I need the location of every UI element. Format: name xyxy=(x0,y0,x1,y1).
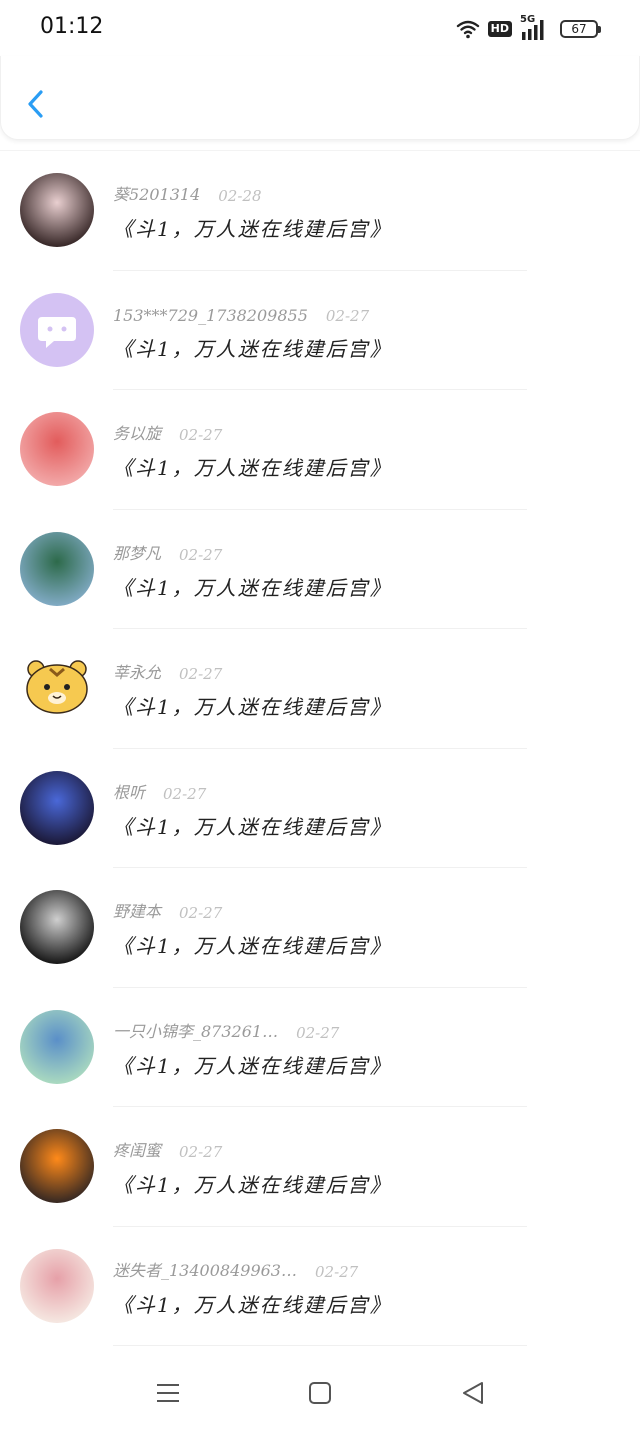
message-meta: 根听 02-27 xyxy=(113,775,206,803)
message-meta: 迷失者_13400849963… 02-27 xyxy=(113,1253,358,1281)
message-text: 《斗1，万人迷在线建后宫》 xyxy=(113,217,392,241)
message-text: 《斗1，万人迷在线建后宫》 xyxy=(113,934,392,958)
message-row[interactable]: 莘永允 02-27 《斗1，万人迷在线建后宫》 xyxy=(0,629,640,749)
signal-icon xyxy=(522,20,544,40)
message-row[interactable]: 迷失者_13400849963… 02-27 《斗1，万人迷在线建后宫》 xyxy=(0,1227,640,1346)
message-date: 02-27 xyxy=(163,784,207,803)
message-row[interactable]: 153***729_1738209855 02-27 《斗1，万人迷在线建后宫》 xyxy=(0,271,640,390)
message-row[interactable]: 疼闺蜜 02-27 《斗1，万人迷在线建后宫》 xyxy=(0,1107,640,1227)
wifi-icon xyxy=(456,20,479,39)
message-date: 02-28 xyxy=(218,187,262,205)
battery-indicator: 67 xyxy=(560,20,601,38)
sender-name[interactable]: 那梦凡 xyxy=(113,540,161,564)
message-meta: 葵5201314 02-28 xyxy=(113,177,262,205)
message-text: 《斗1，万人迷在线建后宫》 xyxy=(113,1292,392,1317)
sender-name[interactable]: 根听 xyxy=(113,779,145,803)
message-meta: 务以旋 02-27 xyxy=(113,416,222,444)
message-date: 02-27 xyxy=(179,545,223,564)
avatar-green-car[interactable] xyxy=(20,531,94,606)
message-text: 《斗1，万人迷在线建后宫》 xyxy=(113,1173,392,1197)
message-meta: 153***729_1738209855 02-27 xyxy=(113,297,369,325)
avatar-default-chat[interactable] xyxy=(20,292,94,367)
sender-name[interactable]: 一只小锦李_873261… xyxy=(113,1018,278,1042)
back-button[interactable] xyxy=(21,84,51,124)
avatar-blue-hair-boy[interactable] xyxy=(20,1009,94,1084)
message-date: 02-27 xyxy=(179,426,223,444)
message-meta: 野建本 02-27 xyxy=(113,894,222,922)
message-date: 02-27 xyxy=(325,306,370,325)
message-date: 02-27 xyxy=(179,904,223,922)
battery-level: 67 xyxy=(571,22,587,36)
avatar-silver-hair-ninja[interactable] xyxy=(20,890,94,964)
message-meta: 那梦凡 02-27 xyxy=(113,536,222,564)
menu-button[interactable] xyxy=(153,1378,183,1408)
sender-name[interactable]: 疼闺蜜 xyxy=(113,1137,161,1161)
sender-name[interactable]: 153***729_1738209855 xyxy=(113,306,308,325)
message-row[interactable]: 野建本 02-27 《斗1，万人迷在线建后宫》 xyxy=(0,868,640,988)
message-date: 02-27 xyxy=(296,1023,340,1042)
sender-name[interactable]: 野建本 xyxy=(113,898,161,922)
sender-name[interactable]: 务以旋 xyxy=(113,420,161,444)
message-text: 《斗1，万人迷在线建后宫》 xyxy=(113,456,392,480)
message-meta: 莘永允 02-27 xyxy=(113,655,222,683)
message-meta: 疼闺蜜 02-27 xyxy=(113,1133,222,1161)
home-square-icon xyxy=(309,1382,331,1404)
message-date: 02-27 xyxy=(314,1262,359,1281)
avatar-flower-girl[interactable] xyxy=(20,1248,94,1323)
chevron-left-icon xyxy=(28,90,43,118)
avatar-girl-bear-ears[interactable] xyxy=(20,173,94,247)
message-date: 02-27 xyxy=(179,665,223,683)
message-row[interactable]: 那梦凡 02-27 《斗1，万人迷在线建后宫》 xyxy=(0,510,640,629)
message-text: 《斗1，万人迷在线建后宫》 xyxy=(113,814,392,839)
row-divider xyxy=(113,1345,527,1346)
message-row[interactable]: 葵5201314 02-28 《斗1，万人迷在线建后宫》 xyxy=(0,151,640,271)
header xyxy=(0,56,640,140)
chat-bubble-icon xyxy=(38,316,76,348)
message-text: 《斗1，万人迷在线建后宫》 xyxy=(113,336,392,361)
message-text: 《斗1，万人迷在线建后宫》 xyxy=(113,575,392,600)
message-meta: 一只小锦李_873261… 02-27 xyxy=(113,1014,339,1042)
message-date: 02-27 xyxy=(179,1143,223,1161)
avatar-tiger-cartoon[interactable] xyxy=(20,651,94,725)
status-bar: 01:12 HD 5G 67 xyxy=(0,0,640,56)
avatar-anime-girl-roses[interactable] xyxy=(20,412,94,486)
sender-name[interactable]: 莘永允 xyxy=(113,659,161,683)
back-triangle-icon xyxy=(463,1382,483,1404)
message-text: 《斗1，万人迷在线建后宫》 xyxy=(113,1053,392,1078)
menu-icon xyxy=(157,1384,179,1402)
message-row[interactable]: 务以旋 02-27 《斗1，万人迷在线建后宫》 xyxy=(0,390,640,510)
sender-name[interactable]: 葵5201314 xyxy=(113,181,200,205)
tiger-icon xyxy=(26,660,88,714)
system-nav-bar xyxy=(0,1350,640,1433)
sender-name[interactable]: 迷失者_13400849963… xyxy=(113,1257,297,1281)
status-time: 01:12 xyxy=(40,14,104,39)
avatar-orange-glow[interactable] xyxy=(20,1129,94,1203)
message-text: 《斗1，万人迷在线建后宫》 xyxy=(113,695,392,719)
signal-5g: 5G xyxy=(520,14,548,40)
status-icons: HD 5G 67 xyxy=(456,14,601,42)
message-row[interactable]: 根听 02-27 《斗1，万人迷在线建后宫》 xyxy=(0,749,640,868)
message-list: 葵5201314 02-28 《斗1，万人迷在线建后宫》 153***729_1738… xyxy=(0,150,640,1346)
hd-badge: HD xyxy=(487,21,512,37)
system-back-button[interactable] xyxy=(458,1378,488,1408)
home-button[interactable] xyxy=(305,1378,335,1408)
avatar-dark-anime-girl[interactable] xyxy=(20,770,94,845)
message-row[interactable]: 一只小锦李_873261… 02-27 《斗1，万人迷在线建后宫》 xyxy=(0,988,640,1107)
